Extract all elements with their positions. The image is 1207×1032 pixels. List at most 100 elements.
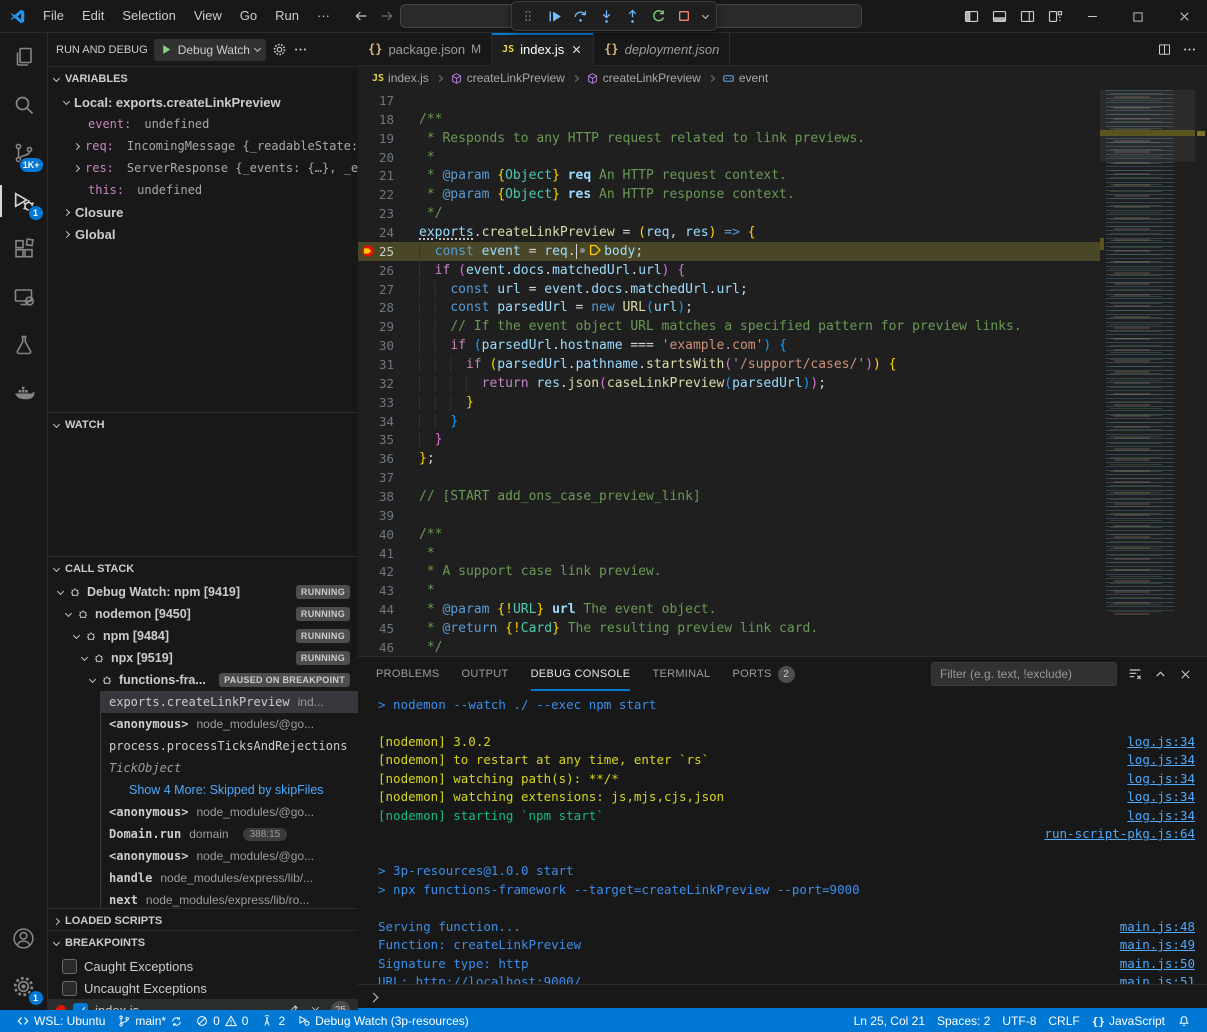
console-source-link[interactable]: main.js:50 [1120, 956, 1195, 971]
code-line-33[interactable]: 33 } [358, 393, 1100, 412]
extensions-icon[interactable] [0, 225, 48, 273]
code-line-45[interactable]: 45 * @return {!Card} The resulting previ… [358, 619, 1100, 638]
status-item[interactable]: CRLF [1042, 1010, 1085, 1032]
step-out-icon[interactable] [620, 4, 644, 28]
menu-selection[interactable]: Selection [113, 4, 184, 28]
breakpoint-checkbox[interactable] [73, 1003, 88, 1011]
maximize-button[interactable] [1115, 0, 1161, 33]
continue-icon[interactable] [542, 4, 566, 28]
gutter[interactable]: 19 [358, 129, 406, 148]
code-line-23[interactable]: 23 */ [358, 204, 1100, 223]
gutter[interactable]: 29 [358, 317, 406, 336]
gutter[interactable]: 46 [358, 638, 406, 656]
docker-icon[interactable] [0, 369, 48, 417]
status-item-language[interactable]: {}JavaScript [1086, 1010, 1171, 1032]
code-editor[interactable]: 17 18/** 19 * Responds to any HTTP reque… [358, 90, 1207, 656]
console-source-link[interactable]: run-script-pkg.js:64 [1044, 826, 1195, 841]
status-item[interactable]: Ln 25, Col 21 [848, 1010, 931, 1032]
gutter[interactable]: 32 [358, 374, 406, 393]
customize-layout-icon[interactable] [1041, 3, 1069, 31]
notifications-bell-icon[interactable] [1171, 1010, 1197, 1032]
code-line-39[interactable]: 39 [358, 506, 1100, 525]
variables-header[interactable]: VARIABLES [48, 67, 358, 91]
debug-session-row[interactable]: npx [9519] RUNNING [48, 647, 358, 669]
watch-header[interactable]: WATCH [48, 413, 358, 437]
gutter[interactable]: 28 [358, 298, 406, 317]
gutter[interactable]: 22 [358, 185, 406, 204]
menu-edit[interactable]: Edit [73, 4, 113, 28]
breadcrumb-item[interactable]: JSindex.js [372, 71, 429, 85]
console-source-link[interactable]: log.js:34 [1127, 771, 1195, 786]
search-icon[interactable] [0, 81, 48, 129]
debug-settings-gear-icon[interactable] [272, 42, 287, 57]
stack-frame-row[interactable]: process.processTicksAndRejections [101, 735, 358, 757]
breadcrumb-item[interactable]: event [722, 71, 768, 85]
stack-frame-row[interactable]: next node_modules/express/lib/ro... [101, 889, 358, 908]
breakpoint-checkbox[interactable] [62, 959, 77, 974]
code-line-36[interactable]: 36}; [358, 449, 1100, 468]
gutter[interactable]: 27 [358, 280, 406, 299]
gutter[interactable]: 45 [358, 619, 406, 638]
toggle-sidebar-icon[interactable] [957, 3, 985, 31]
gutter[interactable]: 43 [358, 581, 406, 600]
gutter[interactable]: 44 [358, 600, 406, 619]
drag-handle-icon[interactable] [516, 4, 540, 28]
code-line-40[interactable]: 40/** [358, 525, 1100, 544]
testing-icon[interactable] [0, 321, 48, 369]
console-source-link[interactable]: log.js:34 [1127, 808, 1195, 823]
code-line-37[interactable]: 37 [358, 468, 1100, 487]
settings-gear-icon[interactable]: 1 [0, 962, 48, 1010]
panel-tab-ports[interactable]: PORTS 2 [732, 657, 794, 691]
status-item[interactable]: Debug Watch (3p-resources) [291, 1010, 475, 1032]
close-tab-icon[interactable] [570, 43, 583, 56]
debug-session-row[interactable]: Debug Watch: npm [9419] RUNNING [48, 581, 358, 603]
code-line-17[interactable]: 17 [358, 91, 1100, 110]
launch-config-dropdown[interactable]: Debug Watch [154, 39, 266, 61]
panel-tab-problems[interactable]: PROBLEMS [376, 657, 440, 691]
status-item[interactable]: UTF-8 [996, 1010, 1042, 1032]
code-line-32[interactable]: 32 return res.json(caseLinkPreview(parse… [358, 374, 1100, 393]
panel-tab-output[interactable]: OUTPUT [462, 657, 509, 691]
editor-more-actions-icon[interactable] [1182, 42, 1197, 57]
panel-tab-terminal[interactable]: TERMINAL [652, 657, 710, 691]
minimize-button[interactable] [1069, 0, 1115, 33]
code-line-44[interactable]: 44 * @param {!URL} url The event object. [358, 600, 1100, 619]
console-source-link[interactable]: main.js:48 [1120, 919, 1195, 934]
source-control-icon[interactable]: 1K+ [0, 129, 48, 177]
stop-icon[interactable] [672, 4, 696, 28]
console-source-link[interactable]: main.js:51 [1120, 974, 1195, 984]
gutter[interactable]: 34 [358, 412, 406, 431]
console-filter-input[interactable] [931, 662, 1117, 686]
toggle-secondary-sidebar-icon[interactable] [1013, 3, 1041, 31]
code-line-43[interactable]: 43 * [358, 581, 1100, 600]
console-source-link[interactable]: main.js:49 [1120, 937, 1195, 952]
gutter[interactable]: 35 [358, 430, 406, 449]
status-item[interactable]: 2 [254, 1010, 291, 1032]
debug-session-row[interactable]: nodemon [9450] RUNNING [48, 603, 358, 625]
menu-view[interactable]: View [185, 4, 231, 28]
console-source-link[interactable]: log.js:34 [1127, 734, 1195, 749]
gutter[interactable]: 37 [358, 468, 406, 487]
step-into-icon[interactable] [594, 4, 618, 28]
restart-icon[interactable] [646, 4, 670, 28]
step-over-icon[interactable] [568, 4, 592, 28]
gutter[interactable]: 33 [358, 393, 406, 412]
explorer-icon[interactable] [0, 33, 48, 81]
nav-forward-icon[interactable] [379, 8, 395, 24]
debug-session-row[interactable]: npm [9484] RUNNING [48, 625, 358, 647]
breakpoint-checkbox[interactable] [62, 981, 77, 996]
gutter[interactable]: 30 [358, 336, 406, 355]
code-line-22[interactable]: 22 * @param {Object} res An HTTP respons… [358, 185, 1100, 204]
status-item[interactable]: Spaces: 2 [931, 1010, 996, 1032]
gutter[interactable]: 40 [358, 525, 406, 544]
loaded-scripts-header[interactable]: LOADED SCRIPTS [48, 909, 358, 930]
gutter[interactable]: 36 [358, 449, 406, 468]
menu-go[interactable]: Go [231, 4, 266, 28]
code-line-38[interactable]: 38// [START add_ons_case_preview_link] [358, 487, 1100, 506]
code-line-34[interactable]: 34 } [358, 412, 1100, 431]
code-line-30[interactable]: 30 if (parsedUrl.hostname === 'example.c… [358, 336, 1100, 355]
panel-tab-debug-console[interactable]: DEBUG CONSOLE [531, 657, 631, 691]
gutter[interactable]: 23 [358, 204, 406, 223]
menu-more[interactable]: ··· [308, 4, 339, 28]
gutter[interactable]: 42 [358, 562, 406, 581]
